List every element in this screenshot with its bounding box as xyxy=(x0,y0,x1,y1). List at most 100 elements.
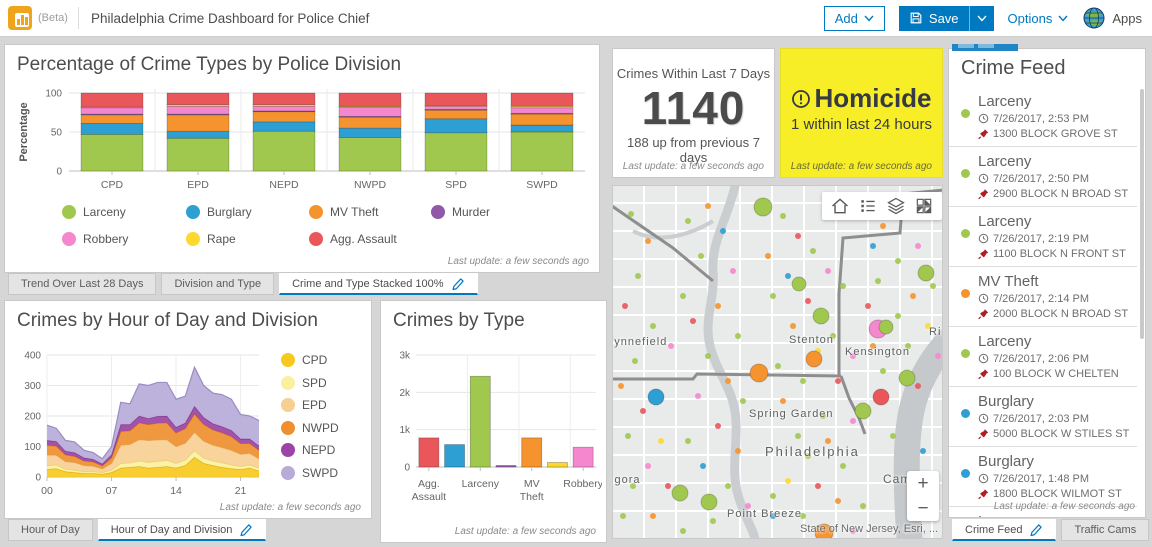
crime-type-label: Burglary xyxy=(978,393,1034,410)
legend-label: Larceny xyxy=(83,205,126,219)
svg-text:Larceny: Larceny xyxy=(462,478,500,490)
layers-icon xyxy=(887,197,905,215)
add-button[interactable]: Add xyxy=(823,5,885,31)
panel-drag-handle[interactable] xyxy=(952,44,1018,51)
map-label-spring-garden: Spring Garden xyxy=(749,408,834,420)
tab-trend-over-last-28-days[interactable]: Trend Over Last 28 Days xyxy=(8,273,157,295)
edit-pencil-icon[interactable] xyxy=(239,523,253,537)
save-button[interactable]: Save xyxy=(899,6,969,31)
edit-pencil-icon[interactable] xyxy=(451,277,465,291)
feed-item-burglary[interactable]: Burglary 7/26/2017, 1:48 PM 1800 BLOCK WIL… xyxy=(949,446,1137,506)
crime-type-label: Larceny xyxy=(978,153,1032,170)
feed-item-body: Larceny7/26/2017, 1:46 PM900 BLOCK E HUN… xyxy=(978,513,1137,517)
zoom-out-button[interactable]: − xyxy=(907,496,939,521)
clock-icon xyxy=(978,233,989,244)
legend-item-nwpd: NWPD xyxy=(281,420,339,435)
panel-title: Crimes by Type xyxy=(393,310,525,331)
tab-traffic-cams[interactable]: Traffic Cams xyxy=(1061,519,1150,541)
address-text: 1300 BLOCK GROVE ST xyxy=(993,128,1118,140)
crime-address: 1100 BLOCK N FRONT ST xyxy=(978,247,1126,261)
home-button[interactable] xyxy=(826,192,854,220)
feed-item-larceny[interactable]: Larceny 7/26/2017, 2:50 PM 2900 BLOCK N BR… xyxy=(949,146,1137,206)
feed-item-burglary[interactable]: Burglary 7/26/2017, 2:03 PM 5000 BLOCK W S… xyxy=(949,386,1137,446)
crime-type-dot xyxy=(961,229,970,238)
legend-label: Burglary xyxy=(207,205,252,219)
datetime-text: 7/26/2017, 2:06 PM xyxy=(993,353,1090,365)
svg-text:200: 200 xyxy=(24,412,41,423)
svg-text:Robbery: Robbery xyxy=(563,478,602,490)
datetime-text: 7/26/2017, 2:19 PM xyxy=(993,233,1090,245)
panel-homicide-alert: Homicide 1 within last 24 hours Last upd… xyxy=(780,48,943,178)
legend-swatch xyxy=(186,205,200,219)
tab-bar-hour-charts: Hour of Day Hour of Day and Division xyxy=(8,519,267,541)
legend-label: Robbery xyxy=(83,232,129,246)
save-dropdown-button[interactable] xyxy=(968,5,994,31)
clock-icon xyxy=(978,113,989,124)
legend-list-icon xyxy=(861,200,875,212)
indicator-value: 1140 xyxy=(641,82,746,134)
legend-swatch xyxy=(281,375,295,390)
map-attribution: State of New Jersey, Esri, ... xyxy=(800,523,938,535)
tab-crime-feed[interactable]: Crime Feed xyxy=(952,519,1057,541)
map-label-philadelphia: Philadelphia xyxy=(765,444,860,459)
crime-type-dot xyxy=(961,169,970,178)
layers-button[interactable] xyxy=(882,192,910,220)
clock-icon xyxy=(978,293,989,304)
crime-datetime: 7/26/2017, 1:48 PM xyxy=(978,472,1122,486)
svg-text:Percentage: Percentage xyxy=(18,102,30,161)
clock-icon xyxy=(978,353,989,364)
pushpin-icon xyxy=(978,489,989,500)
feed-item-mv-theft[interactable]: MV Theft 7/26/2017, 2:14 PM 2000 BLOCK N B… xyxy=(949,266,1137,326)
feed-item-body: Larceny 7/26/2017, 2:50 PM 2900 BLOCK N BR… xyxy=(978,153,1128,201)
zoom-in-button[interactable]: + xyxy=(907,471,939,496)
tab-crime-and-type-stacked-100[interactable]: Crime and Type Stacked 100% xyxy=(279,273,478,295)
legend-label: NEPD xyxy=(302,443,336,457)
legend-item-spd: SPD xyxy=(281,375,339,390)
alert-icon xyxy=(792,89,811,108)
legend-button[interactable] xyxy=(854,192,882,220)
svg-text:SWPD: SWPD xyxy=(526,179,558,191)
tab-division-and-type[interactable]: Division and Type xyxy=(161,273,275,295)
save-split-button[interactable]: Save xyxy=(898,5,994,31)
pushpin-icon xyxy=(978,309,989,320)
crime-type-dot xyxy=(961,349,970,358)
svg-text:0: 0 xyxy=(56,167,62,178)
add-button-label: Add xyxy=(834,10,858,26)
chart-legend: CPD SPD EPD NWPD NEPD SWPD xyxy=(281,353,339,480)
chevron-down-icon xyxy=(977,15,987,22)
tab-label: Crime and Type Stacked 100% xyxy=(292,277,444,290)
svg-text:00: 00 xyxy=(41,485,53,497)
tab-hour-of-day-and-division[interactable]: Hour of Day and Division xyxy=(97,519,267,541)
legend-label: Rape xyxy=(207,232,236,246)
legend-swatch xyxy=(281,398,295,412)
tab-label: Trend Over Last 28 Days xyxy=(21,278,144,290)
chart-legend: Larceny Burglary MV Theft Murder Robbery Rape… xyxy=(62,205,490,246)
legend-label: SPD xyxy=(302,375,327,390)
crime-datetime: 7/26/2017, 2:03 PM xyxy=(978,412,1129,426)
map-label-stenton: Stenton xyxy=(789,334,834,346)
globe-icon xyxy=(1083,7,1105,29)
scrollbar-thumb[interactable] xyxy=(1140,89,1144,339)
address-text: 2000 BLOCK N BROAD ST xyxy=(993,308,1129,320)
apps-button[interactable]: Apps xyxy=(1082,6,1142,30)
edit-pencil-icon[interactable] xyxy=(1029,523,1043,537)
crime-datetime: 7/26/2017, 2:53 PM xyxy=(978,112,1118,126)
legend-item-rape: Rape xyxy=(186,232,309,246)
feed-item-larceny[interactable]: Larceny 7/26/2017, 2:19 PM 1100 BLOCK N FR… xyxy=(949,206,1137,266)
feed-item-larceny[interactable]: Larceny 7/26/2017, 2:53 PM 1300 BLOCK GROV… xyxy=(949,87,1137,146)
feed-item-larceny[interactable]: Larceny 7/26/2017, 2:06 PM 100 BLOCK W CHE… xyxy=(949,326,1137,386)
panel-crimes-by-type: Crimes by Type 0 1k 2k 3k Agg. Assault Larceny… xyxy=(380,300,607,543)
last-update-text: Last update: a few seconds ago xyxy=(454,526,596,537)
address-text: 1100 BLOCK N FRONT ST xyxy=(993,248,1126,260)
options-button[interactable]: Options xyxy=(1008,11,1069,26)
tab-hour-of-day[interactable]: Hour of Day xyxy=(8,519,93,541)
svg-text:SPD: SPD xyxy=(445,179,467,191)
crime-address: 5000 BLOCK W STILES ST xyxy=(978,427,1129,441)
basemap-button[interactable] xyxy=(910,192,938,220)
legend-swatch xyxy=(281,465,295,480)
svg-text:EPD: EPD xyxy=(187,179,209,191)
svg-text:NEPD: NEPD xyxy=(269,179,299,191)
last-update-text: Last update: a few seconds ago xyxy=(790,161,932,172)
page-title: Philadelphia Crime Dashboard for Police … xyxy=(90,10,370,26)
address-text: 1800 BLOCK WILMOT ST xyxy=(993,488,1122,500)
